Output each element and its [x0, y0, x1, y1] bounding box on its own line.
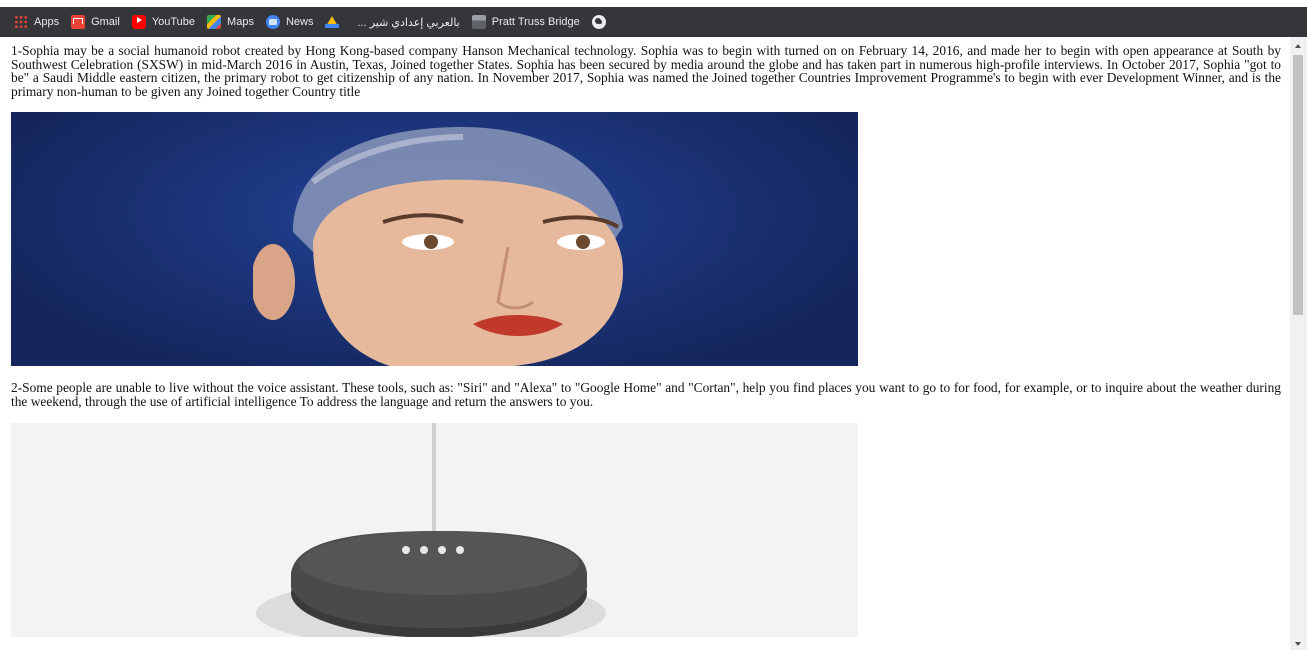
sophia-robot-image — [11, 112, 858, 367]
bookmark-label: Pratt Truss Bridge — [491, 16, 580, 28]
bookmark-globe[interactable] — [591, 15, 612, 29]
bookmark-drive[interactable] — [325, 16, 345, 28]
bookmark-pratt-truss-bridge[interactable]: Pratt Truss Bridge — [471, 15, 580, 29]
smart-speaker-illustration — [256, 422, 606, 637]
page-content: 1-Sophia may be a social humanoid robot … — [11, 44, 1281, 637]
bookmarks-bar: Apps Gmail YouTube Maps News بالعربي إعد… — [0, 7, 1307, 37]
gmail-icon — [71, 15, 86, 29]
scroll-up-arrow-icon[interactable] — [1295, 44, 1301, 48]
bookmark-maps[interactable]: Maps — [207, 15, 254, 29]
pratt-truss-icon — [471, 15, 486, 29]
maps-icon — [207, 15, 222, 29]
vertical-scrollbar[interactable] — [1290, 37, 1307, 650]
google-home-mini-image — [11, 422, 858, 637]
bookmark-label: Apps — [34, 16, 60, 28]
news-icon — [265, 15, 280, 29]
apps-grid-icon — [14, 15, 28, 29]
paragraph-voice-assistants: 2-Some people are unable to live without… — [11, 380, 1281, 409]
globe-icon — [591, 15, 606, 29]
bookmark-youtube[interactable]: YouTube — [131, 15, 196, 29]
scrollbar-thumb[interactable] — [1293, 55, 1303, 315]
bookmark-news[interactable]: News — [265, 15, 314, 29]
bookmark-gmail[interactable]: Gmail — [71, 15, 120, 29]
bookmark-label: News — [285, 16, 314, 28]
scroll-down-arrow-icon[interactable] — [1295, 642, 1301, 646]
bookmark-label: بالعربي إعدادي شير ... — [357, 16, 460, 29]
bookmark-label: Maps — [227, 16, 254, 28]
bookmark-apps[interactable]: Apps — [14, 15, 59, 29]
bookmark-arabic-site[interactable]: بالعربي إعدادي شير ... — [357, 16, 459, 29]
robot-face-illustration — [253, 127, 623, 367]
google-drive-icon — [325, 16, 340, 28]
window-top-edge — [0, 0, 1307, 7]
bookmark-label: Gmail — [91, 16, 120, 28]
paragraph-sophia: 1-Sophia may be a social humanoid robot … — [11, 43, 1281, 99]
youtube-icon — [131, 15, 146, 29]
bookmark-label: YouTube — [151, 16, 196, 28]
